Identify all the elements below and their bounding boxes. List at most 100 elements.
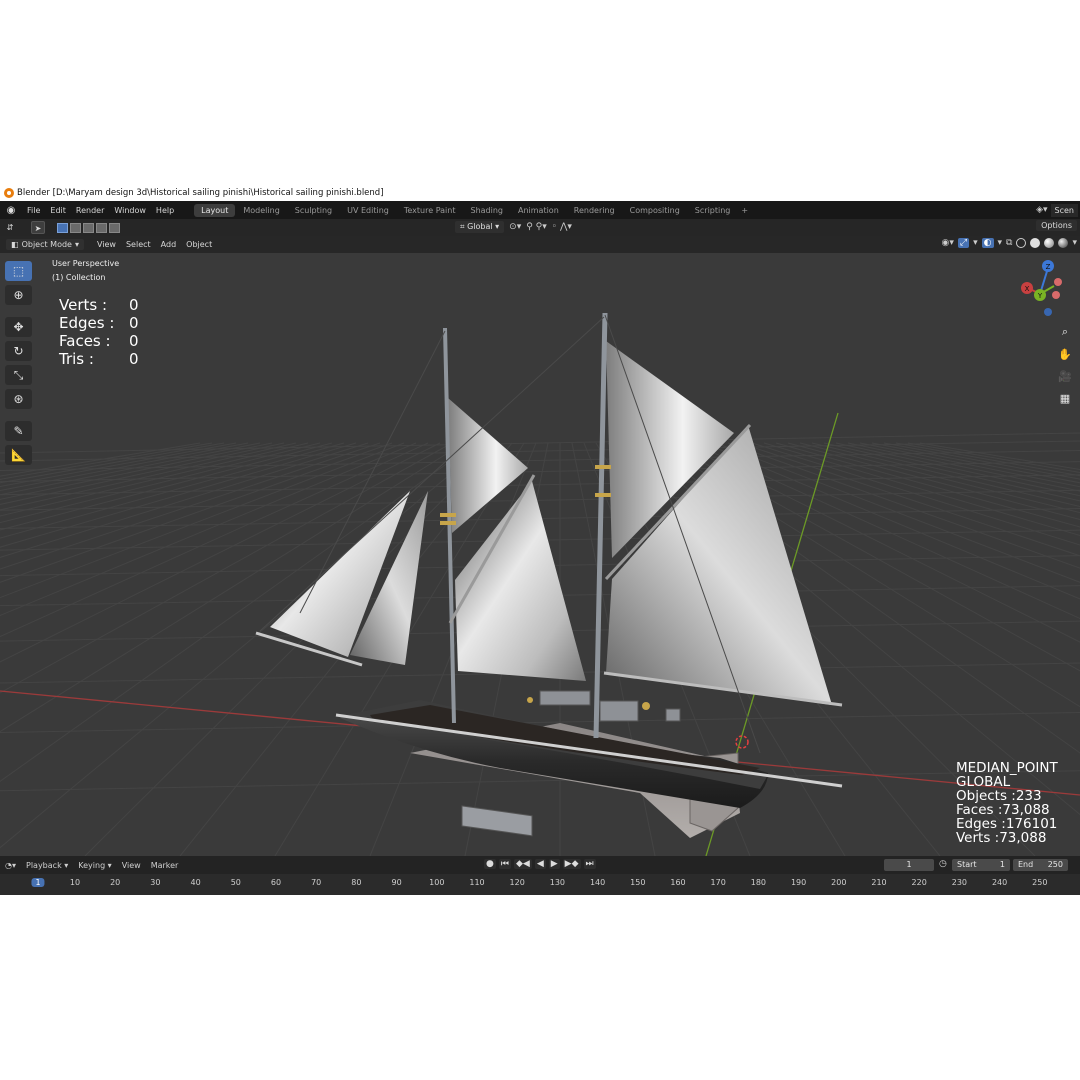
transform-orientation-dropdown[interactable]: ⌗ Global ▾	[455, 221, 505, 233]
timeline-tick-label: 50	[230, 878, 241, 887]
menu-timeline-view[interactable]: View	[117, 861, 146, 870]
end-frame-label: End	[1018, 860, 1034, 869]
object-mode-label: Object Mode	[21, 240, 72, 249]
gizmo-neg-y[interactable]	[1052, 291, 1060, 299]
select-mode-difference-icon[interactable]	[96, 222, 107, 233]
3d-viewport[interactable]: User Perspective (1) Collection Verts : 0…	[0, 253, 1080, 856]
end-frame-field[interactable]: End 250	[1013, 859, 1068, 871]
gizmo-neg-z[interactable]	[1044, 308, 1052, 316]
tab-sculpting[interactable]: Sculpting	[288, 204, 339, 217]
menu-add[interactable]: Add	[156, 240, 182, 249]
scene-name[interactable]: Scen	[1050, 203, 1078, 217]
add-workspace-icon[interactable]: +	[737, 206, 752, 215]
timeline-tick-label: 220	[911, 878, 927, 887]
scene-selector-icon[interactable]: ◈▾	[1036, 205, 1047, 215]
rendered-shading-icon[interactable]	[1058, 238, 1069, 248]
camera-view-icon[interactable]: 🎥	[1055, 367, 1075, 385]
overlay-toggle-icon[interactable]: ◐	[981, 238, 994, 248]
stat-faces: Faces : 0	[59, 332, 139, 350]
tab-scripting[interactable]: Scripting	[688, 204, 738, 217]
tab-animation[interactable]: Animation	[511, 204, 566, 217]
menu-help[interactable]: Help	[151, 206, 179, 215]
annotate-tool-icon[interactable]: ✎	[5, 421, 32, 441]
select-mode-subtract-icon[interactable]	[83, 222, 94, 233]
move-tool-icon[interactable]: ✥	[5, 317, 32, 337]
timeline-tick-label: 140	[589, 878, 606, 887]
timeline-tick-label: 200	[831, 878, 847, 887]
tab-shading[interactable]: Shading	[463, 204, 510, 217]
select-box-tool-icon[interactable]: ⬚	[5, 261, 32, 281]
solid-shading-icon[interactable]	[1030, 238, 1041, 248]
xray-toggle-icon[interactable]: ⧉	[1006, 238, 1012, 248]
wireframe-shading-icon[interactable]	[1016, 238, 1027, 248]
cursor-tool-icon[interactable]: ⊕	[5, 285, 32, 305]
select-mode-new-icon[interactable]	[57, 222, 68, 233]
play-reverse-icon[interactable]: ◀	[534, 859, 546, 869]
menu-file[interactable]: File	[22, 206, 45, 215]
pivot-mode-text: MEDIAN_POINT	[956, 760, 1058, 776]
jump-end-icon[interactable]: ⏭	[583, 859, 596, 869]
measure-tool-icon[interactable]: 📐	[5, 445, 32, 465]
menu-select[interactable]: Select	[121, 240, 156, 249]
next-keyframe-icon[interactable]: ▶◆	[562, 859, 581, 869]
select-tool-icon[interactable]: ➤	[31, 221, 45, 234]
tab-compositing[interactable]: Compositing	[623, 204, 687, 217]
menu-window[interactable]: Window	[109, 206, 151, 215]
scale-tool-icon[interactable]: ⤡	[5, 365, 32, 385]
gizmo-toggle-icon[interactable]: ⤢	[957, 238, 970, 248]
select-mode-intersect-icon[interactable]	[109, 222, 120, 233]
record-icon[interactable]: ●	[484, 859, 496, 869]
menu-playback[interactable]: Playback ▾	[21, 861, 73, 870]
tab-modeling[interactable]: Modeling	[236, 204, 286, 217]
timeline-editor-icon[interactable]: ◔▾	[0, 861, 21, 870]
menu-keying[interactable]: Keying ▾	[73, 861, 116, 870]
blender-menu-icon[interactable]: ◉	[0, 205, 22, 216]
menu-render[interactable]: Render	[71, 206, 109, 215]
jump-start-icon[interactable]: ⏮	[498, 859, 511, 869]
stat-edges: Edges : 0	[59, 314, 139, 332]
zoom-icon[interactable]: ⌕	[1055, 323, 1075, 341]
stat-verts: Verts : 0	[59, 296, 139, 314]
navigation-gizmo[interactable]: Z X Y	[1018, 258, 1078, 318]
prev-keyframe-icon[interactable]: ◆◀	[513, 859, 532, 869]
rotate-tool-icon[interactable]: ↻	[5, 341, 32, 361]
tab-texture-paint[interactable]: Texture Paint	[397, 204, 463, 217]
timeline-tick-label: 170	[710, 878, 726, 887]
play-icon[interactable]: ▶	[548, 859, 560, 869]
transform-tool-icon[interactable]: ⊛	[5, 389, 32, 409]
current-frame-marker[interactable]: 1	[31, 878, 45, 887]
gizmo-neg-x[interactable]	[1054, 278, 1062, 286]
stat-label: Edges :	[59, 314, 115, 332]
overlay-dropdown-icon[interactable]: ▾	[998, 238, 1003, 248]
tab-rendering[interactable]: Rendering	[567, 204, 622, 217]
snap-icon[interactable]: ⚲ ⚲▾	[526, 222, 547, 232]
ship-model	[255, 312, 843, 838]
start-frame-field[interactable]: Start 1	[952, 859, 1010, 871]
current-frame-field[interactable]: 1	[884, 859, 934, 871]
timeline-tick-label: 60	[270, 878, 282, 887]
visibility-icon[interactable]: ◉▾	[942, 238, 954, 248]
timeline-ruler[interactable]: 1 10 20 30 40 50 60 70 80 90 100 110 120 130 140 150 16…	[0, 874, 1080, 895]
perspective-grid-icon[interactable]: ▦	[1055, 389, 1075, 407]
tab-layout[interactable]: Layout	[194, 203, 236, 217]
editor-type-icon[interactable]: ⇵	[3, 221, 17, 234]
object-mode-dropdown[interactable]: ◧ Object Mode ▾	[6, 239, 84, 250]
menu-view[interactable]: View	[92, 240, 121, 249]
select-mode-extend-icon[interactable]	[70, 222, 81, 233]
shading-dropdown-icon[interactable]: ▾	[1072, 238, 1077, 248]
stat-value: 0	[129, 296, 139, 314]
tab-uv-editing[interactable]: UV Editing	[340, 204, 396, 217]
menu-object[interactable]: Object	[181, 240, 217, 249]
proportional-editing-icon[interactable]: ◦ ⋀▾	[552, 222, 572, 232]
options-dropdown[interactable]: Options	[1036, 220, 1077, 231]
menu-marker[interactable]: Marker	[146, 861, 184, 870]
pivot-point-icon[interactable]: ⊙▾	[509, 222, 521, 232]
faces-count: Faces :73,088	[956, 802, 1050, 818]
gizmo-dropdown-icon[interactable]: ▾	[973, 238, 978, 248]
menu-edit[interactable]: Edit	[45, 206, 71, 215]
stat-value: 0	[129, 314, 139, 332]
material-shading-icon[interactable]	[1044, 238, 1055, 248]
pan-hand-icon[interactable]: ✋	[1055, 345, 1075, 363]
timeline-tick-label: 160	[670, 878, 686, 887]
preview-range-icon[interactable]: ◷	[939, 859, 947, 869]
